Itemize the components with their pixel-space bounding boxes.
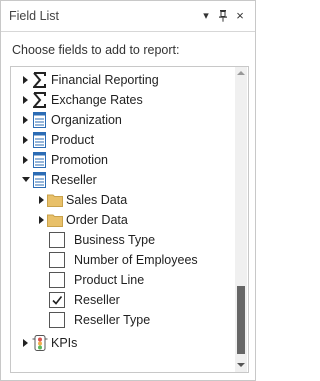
- sigma-icon: [31, 92, 49, 108]
- field-label: Product Line: [74, 273, 145, 287]
- table-icon: [33, 152, 49, 168]
- checkmark-icon: [52, 296, 63, 305]
- field-business-type[interactable]: Business Type: [11, 230, 235, 250]
- tree-item-sales-data[interactable]: Sales Data: [11, 190, 235, 210]
- tree-item-organization[interactable]: Organization: [11, 110, 235, 130]
- field-checkbox-checked[interactable]: [49, 292, 65, 308]
- field-tree[interactable]: Financial Reporting Exchange Rates Organ…: [10, 66, 249, 373]
- field-reseller-type[interactable]: Reseller Type: [11, 310, 235, 330]
- expand-arrow-icon[interactable]: [23, 96, 28, 104]
- scrollbar-thumb[interactable]: [237, 286, 245, 354]
- table-icon: [33, 112, 49, 128]
- folder-icon: [47, 212, 63, 228]
- close-icon[interactable]: ×: [233, 8, 247, 24]
- tree-item-label: Reseller: [51, 173, 97, 187]
- tree-item-kpis[interactable]: KPIs: [11, 333, 235, 353]
- expand-arrow-icon[interactable]: [23, 156, 28, 164]
- tree-item-financial-reporting[interactable]: Financial Reporting: [11, 70, 235, 90]
- field-reseller[interactable]: Reseller: [11, 290, 235, 310]
- expand-arrow-icon[interactable]: [39, 216, 44, 224]
- tree-item-label: Organization: [51, 113, 122, 127]
- tree-item-reseller-table[interactable]: Reseller: [11, 170, 235, 190]
- tree-item-promotion[interactable]: Promotion: [11, 150, 235, 170]
- field-product-line[interactable]: Product Line: [11, 270, 235, 290]
- tree-item-label: Product: [51, 133, 95, 147]
- scroll-up-icon[interactable]: [237, 71, 245, 75]
- scroll-down-icon[interactable]: [237, 363, 245, 367]
- table-icon: [33, 132, 49, 148]
- table-icon: [33, 172, 49, 188]
- pane-title: Field List: [9, 9, 60, 23]
- field-list-pane: Field List ▾ × Choose fields to add to r…: [0, 0, 256, 381]
- folder-icon: [47, 192, 63, 208]
- tree-item-label: KPIs: [51, 336, 78, 350]
- field-checkbox[interactable]: [49, 252, 65, 268]
- field-checkbox[interactable]: [49, 312, 65, 328]
- pin-icon[interactable]: [216, 8, 230, 24]
- kpi-icon: [32, 335, 48, 351]
- sigma-icon: [31, 72, 49, 88]
- field-checkbox[interactable]: [49, 272, 65, 288]
- field-label: Reseller: [74, 293, 120, 307]
- vertical-scrollbar[interactable]: [235, 67, 247, 372]
- field-label: Number of Employees: [74, 253, 198, 267]
- expand-arrow-icon[interactable]: [23, 136, 28, 144]
- tree-item-exchange-rates[interactable]: Exchange Rates: [11, 90, 235, 110]
- field-number-of-employees[interactable]: Number of Employees: [11, 250, 235, 270]
- title-bar: Field List ▾ ×: [1, 1, 255, 32]
- expand-arrow-icon[interactable]: [23, 339, 28, 347]
- tree-item-label: Order Data: [66, 213, 128, 227]
- collapse-arrow-icon[interactable]: [22, 177, 30, 182]
- tree-item-order-data[interactable]: Order Data: [11, 210, 235, 230]
- tree-item-label: Exchange Rates: [51, 93, 143, 107]
- expand-arrow-icon[interactable]: [23, 116, 28, 124]
- tree-item-label: Promotion: [51, 153, 108, 167]
- field-checkbox[interactable]: [49, 232, 65, 248]
- instruction-text: Choose fields to add to report:: [12, 43, 180, 57]
- expand-arrow-icon[interactable]: [39, 196, 44, 204]
- tree-item-label: Financial Reporting: [51, 73, 159, 87]
- tree-item-product[interactable]: Product: [11, 130, 235, 150]
- dropdown-icon[interactable]: ▾: [199, 8, 213, 24]
- field-label: Reseller Type: [74, 313, 151, 327]
- field-label: Business Type: [74, 233, 156, 247]
- tree-item-label: Sales Data: [66, 193, 128, 207]
- expand-arrow-icon[interactable]: [23, 76, 28, 84]
